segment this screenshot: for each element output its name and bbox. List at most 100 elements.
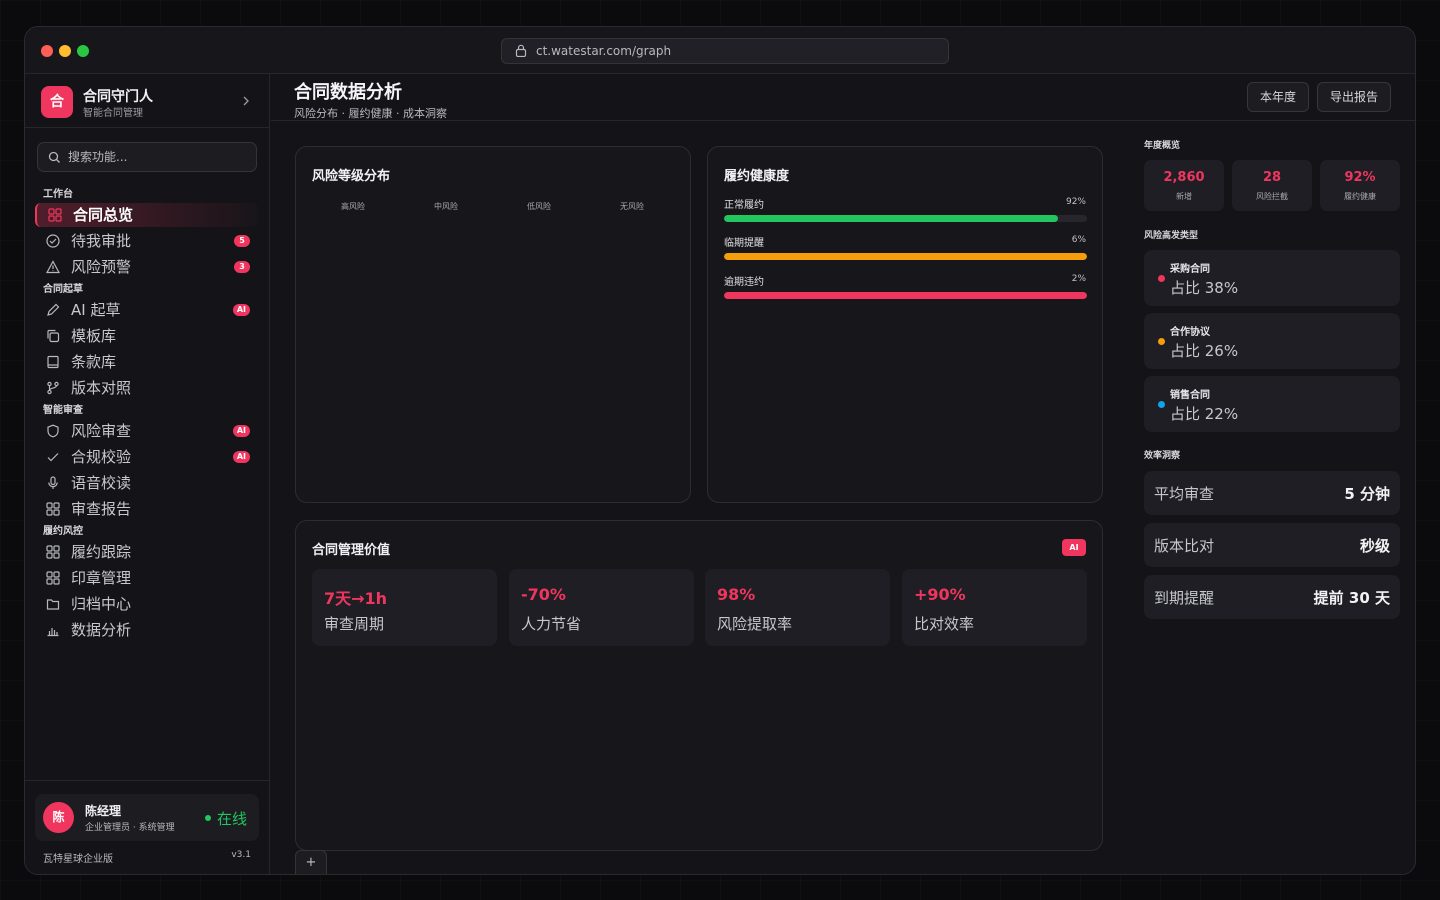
brand-switcher[interactable]: 合 合同守门人 智能合同管理: [41, 86, 253, 119]
value-card: +90% 比对效率: [902, 569, 1087, 646]
nav-item-performance-tracking[interactable]: 履约跟踪: [35, 540, 258, 564]
brand-name: 合同守门人: [83, 89, 153, 105]
bar-chart-icon: [47, 628, 59, 637]
check-circle-icon: [46, 234, 60, 248]
search-box[interactable]: [37, 142, 257, 172]
nav-item-label: 印章管理: [71, 569, 132, 587]
nav-item-clauses[interactable]: 条款库: [35, 350, 258, 374]
stat-card: 28 风险拦截: [1232, 160, 1312, 211]
close-window-button[interactable]: [41, 45, 53, 57]
grid-icon: [46, 545, 60, 559]
minimize-window-button[interactable]: [59, 45, 71, 57]
brand-logo: 合: [41, 86, 73, 118]
risk-type-card[interactable]: 采购合同 占比 38%: [1144, 250, 1400, 306]
overview-label: 年度概览: [1144, 141, 1181, 151]
value-number: -70%: [521, 585, 566, 604]
efficiency-metric-label: 到期提醒: [1154, 589, 1215, 607]
copy-icon: [47, 329, 60, 343]
nav-item-pending-approval[interactable]: 待我审批 5: [35, 229, 258, 253]
risk-type-dot-icon: [1158, 338, 1165, 345]
nav-item-label: 合同总览: [73, 206, 134, 224]
nav-item-label: 待我审批: [71, 232, 132, 250]
risk-type-name: 合作协议: [1170, 327, 1210, 338]
nav-item-archive[interactable]: 归档中心: [35, 592, 258, 616]
warning-icon: [46, 260, 60, 274]
search-icon: [48, 151, 60, 163]
nav-item-version-compare[interactable]: 版本对照: [35, 376, 258, 400]
risk-type-dot-icon: [1158, 401, 1165, 408]
nav-item-voice-proofread[interactable]: 语音校读: [35, 471, 258, 495]
avatar: 陈: [43, 802, 74, 833]
health-bar-track: [724, 292, 1087, 299]
lock-icon: [515, 44, 527, 57]
health-percent: 92%: [1065, 197, 1086, 207]
git-branch-icon: [47, 381, 59, 395]
export-report-button[interactable]: 导出报告: [1317, 82, 1391, 112]
year-filter-button[interactable]: 本年度: [1247, 82, 1309, 112]
status-dot-icon: [204, 814, 211, 821]
efficiency-metric-value: 5 分钟: [1344, 485, 1390, 503]
nav-item-data-analysis[interactable]: 数据分析: [35, 618, 258, 642]
grid-icon: [46, 571, 60, 585]
nav-item-risk-review[interactable]: 风险审查 AI: [35, 419, 258, 443]
risk-type-percent: 占比 22%: [1170, 405, 1239, 423]
ai-badge: AI: [232, 451, 250, 463]
user-role: 企业管理员 · 系统管理: [85, 823, 175, 833]
nav-item-label: AI 起草: [71, 301, 121, 319]
nav-item-seal-management[interactable]: 印章管理: [35, 566, 258, 590]
browser-titlebar: ct.watestar.com/graph: [25, 27, 1415, 74]
health-bar-fill: [724, 215, 1058, 222]
risk-distribution-panel: 风险等级分布 高风险 中风险 低风险 无风险: [295, 146, 691, 503]
maximize-window-button[interactable]: [77, 45, 89, 57]
grid-icon: [46, 502, 60, 516]
risk-type-card[interactable]: 销售合同 占比 22%: [1144, 376, 1400, 432]
value-number: 7天→1h: [324, 589, 388, 608]
nav-item-risk-alerts[interactable]: 风险预警 3: [35, 255, 258, 279]
nav-group-review: 智能审查: [43, 405, 83, 416]
value-label: 人力节省: [521, 615, 582, 633]
add-tab-button[interactable]: +: [295, 850, 327, 874]
stat-value: 28: [1262, 170, 1282, 185]
health-percent: 6%: [1071, 235, 1086, 245]
count-badge: 5: [234, 235, 250, 247]
value-label: 比对效率: [914, 615, 975, 633]
page-title: 合同数据分析: [294, 82, 402, 103]
risk-types-label: 风险高发类型: [1144, 231, 1199, 241]
efficiency-card: 到期提醒 提前 30 天: [1144, 575, 1400, 619]
mic-icon: [48, 476, 58, 489]
online-status: 在线: [204, 808, 247, 829]
risk-type-card[interactable]: 合作协议 占比 26%: [1144, 313, 1400, 369]
nav-item-compliance-check[interactable]: 合规校验 AI: [35, 445, 258, 469]
nav-item-overview[interactable]: 合同总览: [35, 203, 258, 227]
nav-item-review-report[interactable]: 审查报告: [35, 497, 258, 521]
value-label: 审查周期: [324, 615, 385, 633]
nav-item-ai-draft[interactable]: AI 起草 AI: [35, 298, 258, 322]
user-card[interactable]: 陈 陈经理 企业管理员 · 系统管理 在线: [35, 794, 259, 841]
nav-item-label: 合规校验: [71, 448, 132, 466]
nav-item-label: 条款库: [71, 353, 117, 371]
nav-item-templates[interactable]: 模板库: [35, 324, 258, 348]
folder-icon: [46, 599, 60, 610]
efficiency-card: 版本比对 秒级: [1144, 523, 1400, 567]
efficiency-metric-value: 提前 30 天: [1313, 589, 1390, 607]
performance-health-panel: 履约健康度 正常履约 92% 临期提醒 6% 逾期违约 2%: [707, 146, 1103, 503]
health-label: 逾期违约: [724, 277, 764, 288]
stat-card: 92% 履约健康: [1320, 160, 1400, 211]
efficiency-metric-value: 秒级: [1359, 537, 1390, 555]
efficiency-card: 平均审查 5 分钟: [1144, 471, 1400, 515]
panel-title: 履约健康度: [724, 169, 790, 184]
panel-title: 风险等级分布: [312, 169, 391, 184]
value-card: 98% 风险提取率: [705, 569, 890, 646]
sidebar: 合 合同守门人 智能合同管理 工作台 合同起草 智能审查 履约风控 合同总览: [25, 74, 270, 874]
stat-value: 2,860: [1163, 170, 1205, 185]
health-bar-track: [724, 253, 1087, 260]
stat-label: 履约健康: [1344, 192, 1376, 201]
ai-badge: AI: [232, 425, 250, 437]
nav-item-label: 数据分析: [71, 621, 132, 639]
shield-icon: [47, 424, 59, 438]
page-subtitle: 风险分布 · 履约健康 · 成本洞察: [294, 107, 447, 120]
search-input[interactable]: [68, 143, 248, 171]
address-bar[interactable]: ct.watestar.com/graph: [501, 38, 949, 64]
count-badge: 3: [234, 261, 250, 273]
stat-label: 风险拦截: [1256, 192, 1288, 201]
